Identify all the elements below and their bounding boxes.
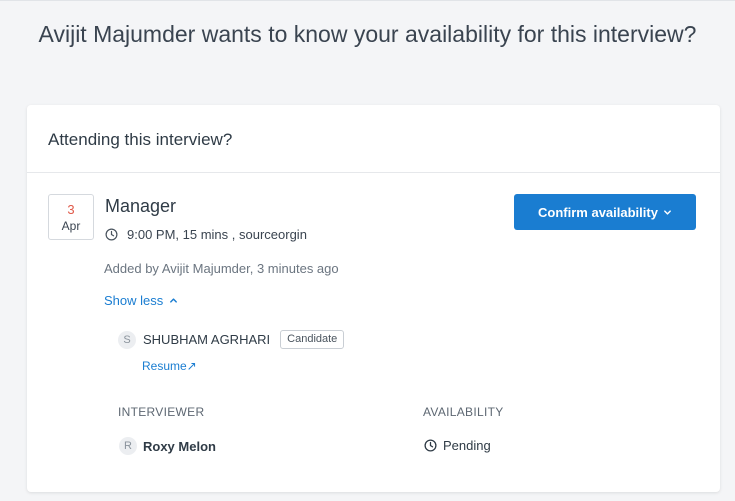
show-less-link[interactable]: Show less [104,293,178,308]
show-less-label: Show less [104,293,164,308]
interviewer-column-header: INTERVIEWER [118,405,205,419]
clock-icon [424,439,437,452]
confirm-availability-button[interactable]: Confirm availability [514,194,696,230]
chevron-up-icon [170,298,178,303]
interviewer-avatar: R [119,437,137,455]
confirm-availability-label: Confirm availability [538,204,658,220]
date-month: Apr [61,219,81,233]
added-by-text: Added by Avijit Majumder, 3 minutes ago [104,261,339,276]
date-badge: 3 Apr [48,194,94,240]
interviewer-row: R Roxy Melon [119,437,216,455]
availability-status-text: Pending [443,438,491,453]
candidate-badge: Candidate [280,330,345,349]
interview-card: Attending this interview? 3 Apr Manager … [27,105,720,492]
page-title: Avijit Majumder wants to know your avail… [38,21,697,47]
availability-status: Pending [424,438,491,453]
interview-title: Manager [105,196,177,216]
chevron-down-icon [664,209,671,215]
resume-link[interactable]: Resume↗ [142,359,197,373]
interview-meta-text: 9:00 PM, 15 mins , sourceorgin [127,227,307,242]
interview-meta: 9:00 PM, 15 mins , sourceorgin [105,227,307,242]
availability-column-header: AVAILABILITY [423,405,504,419]
card-header: Attending this interview? [27,105,720,173]
interviewer-name: Roxy Melon [143,438,216,454]
clock-icon [105,228,118,241]
candidate-name: SHUBHAM AGRHARI [143,332,271,347]
candidate-row: S SHUBHAM AGRHARI Candidate [118,330,345,349]
date-day: 3 [67,202,75,217]
candidate-avatar: S [118,330,136,349]
